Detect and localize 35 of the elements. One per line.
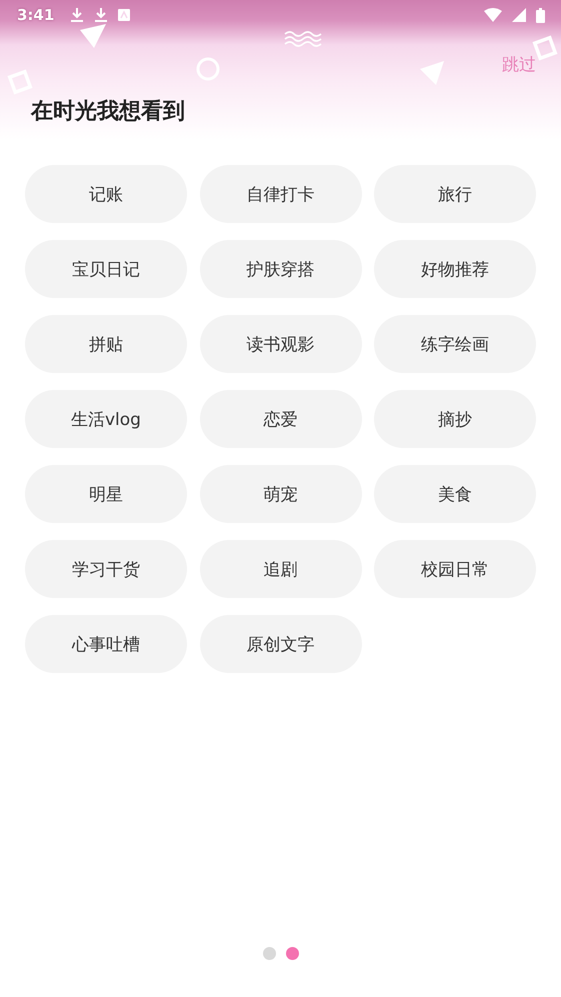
tag-chip[interactable]: 校园日常 [374, 540, 536, 598]
tag-chip[interactable]: 记账 [25, 165, 187, 223]
tag-chip[interactable]: 摘抄 [374, 390, 536, 448]
tag-chip[interactable]: 美食 [374, 465, 536, 523]
download-icon [94, 7, 108, 23]
page-title: 在时光我想看到 [31, 98, 185, 126]
status-time: 3:41 [17, 6, 54, 24]
tag-chip[interactable]: 生活vlog [25, 390, 187, 448]
square-outline-icon [7, 69, 33, 95]
triangle-icon [420, 61, 444, 85]
notification-icon [118, 9, 130, 21]
tag-chip[interactable]: 自律打卡 [200, 165, 362, 223]
tag-chip[interactable]: 明星 [25, 465, 187, 523]
tag-chip[interactable]: 护肤穿搭 [200, 240, 362, 298]
ring-icon [196, 57, 220, 81]
tag-chip[interactable]: 学习干货 [25, 540, 187, 598]
tag-chip[interactable]: 好物推荐 [374, 240, 536, 298]
tag-chip[interactable]: 宝贝日记 [25, 240, 187, 298]
tag-chip[interactable]: 练字绘画 [374, 315, 536, 373]
page-dot[interactable] [262, 947, 276, 960]
signal-icon [512, 8, 526, 22]
tag-chip[interactable]: 萌宠 [200, 465, 362, 523]
download-icon [70, 7, 84, 23]
page-dot[interactable] [286, 947, 298, 960]
battery-icon [536, 8, 545, 22]
tag-chip[interactable]: 拼贴 [25, 315, 187, 373]
triangle-icon [80, 24, 106, 48]
wave-icon [284, 31, 324, 47]
tag-chip[interactable]: 原创文字 [200, 615, 362, 673]
tag-chip[interactable]: 旅行 [374, 165, 536, 223]
tag-chip[interactable]: 心事吐槽 [25, 615, 187, 673]
tag-chip[interactable]: 读书观影 [200, 315, 362, 373]
tag-chip[interactable]: 追剧 [200, 540, 362, 598]
wifi-icon [484, 8, 502, 22]
tag-chip[interactable]: 恋爱 [200, 390, 362, 448]
